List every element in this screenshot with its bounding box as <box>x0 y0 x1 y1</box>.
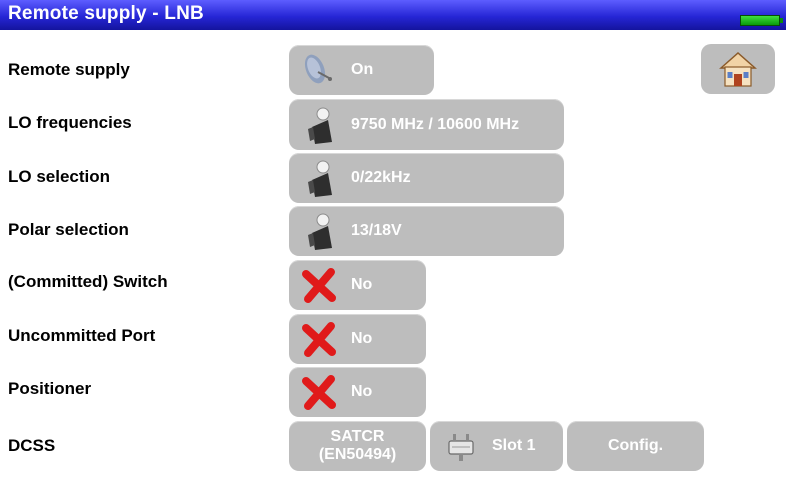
home-icon <box>719 51 757 87</box>
lo-selection-label: LO selection <box>8 167 111 186</box>
config-button[interactable]: Config. <box>567 421 704 471</box>
lo-frequencies-button[interactable]: 9750 MHz / 10600 MHz <box>289 99 564 150</box>
lnb-icon <box>299 211 339 251</box>
title-bar: Remote supply - LNB <box>0 0 786 30</box>
unicable-switch-icon <box>440 426 480 466</box>
polar-selection-button[interactable]: 13/18V <box>289 206 564 256</box>
dcss-slot-value: Slot 1 <box>492 437 536 454</box>
lo-selection-value: 0/22kHz <box>351 169 411 186</box>
lo-selection-button[interactable]: 0/22kHz <box>289 153 564 203</box>
committed-switch-value: No <box>351 276 373 293</box>
home-button[interactable] <box>701 44 775 94</box>
committed-switch-button[interactable]: No <box>289 260 426 310</box>
uncommitted-port-button[interactable]: No <box>289 314 426 364</box>
remote-supply-value: On <box>351 61 374 78</box>
red-x-icon <box>299 372 339 412</box>
page-title: Remote supply - LNB <box>8 3 204 24</box>
battery-icon <box>740 15 783 26</box>
dcss-label: DCSS <box>8 436 56 455</box>
config-button-label: Config. <box>607 437 664 454</box>
satellite-dish-icon <box>299 50 339 90</box>
uncommitted-port-label: Uncommitted Port <box>8 326 156 345</box>
lnb-icon <box>299 158 339 198</box>
remote-supply-button[interactable]: On <box>289 45 434 95</box>
positioner-button[interactable]: No <box>289 367 426 417</box>
positioner-value: No <box>351 383 373 400</box>
lo-frequencies-value: 9750 MHz / 10600 MHz <box>351 115 520 133</box>
lo-frequencies-label: LO frequencies <box>8 113 132 132</box>
remote-supply-label: Remote supply <box>8 60 130 79</box>
dcss-standard-value: SATCR (EN50494) <box>318 428 397 463</box>
committed-switch-label: (Committed) Switch <box>8 272 168 291</box>
red-x-icon <box>299 265 339 305</box>
dcss-slot-button[interactable]: Slot 1 <box>430 421 563 471</box>
lnb-icon <box>299 105 339 145</box>
polar-selection-value: 13/18V <box>351 222 402 239</box>
uncommitted-port-value: No <box>351 330 373 347</box>
dcss-standard-button[interactable]: SATCR (EN50494) <box>289 421 426 471</box>
red-x-icon <box>299 319 339 359</box>
polar-selection-label: Polar selection <box>8 220 129 239</box>
positioner-label: Positioner <box>8 379 92 398</box>
